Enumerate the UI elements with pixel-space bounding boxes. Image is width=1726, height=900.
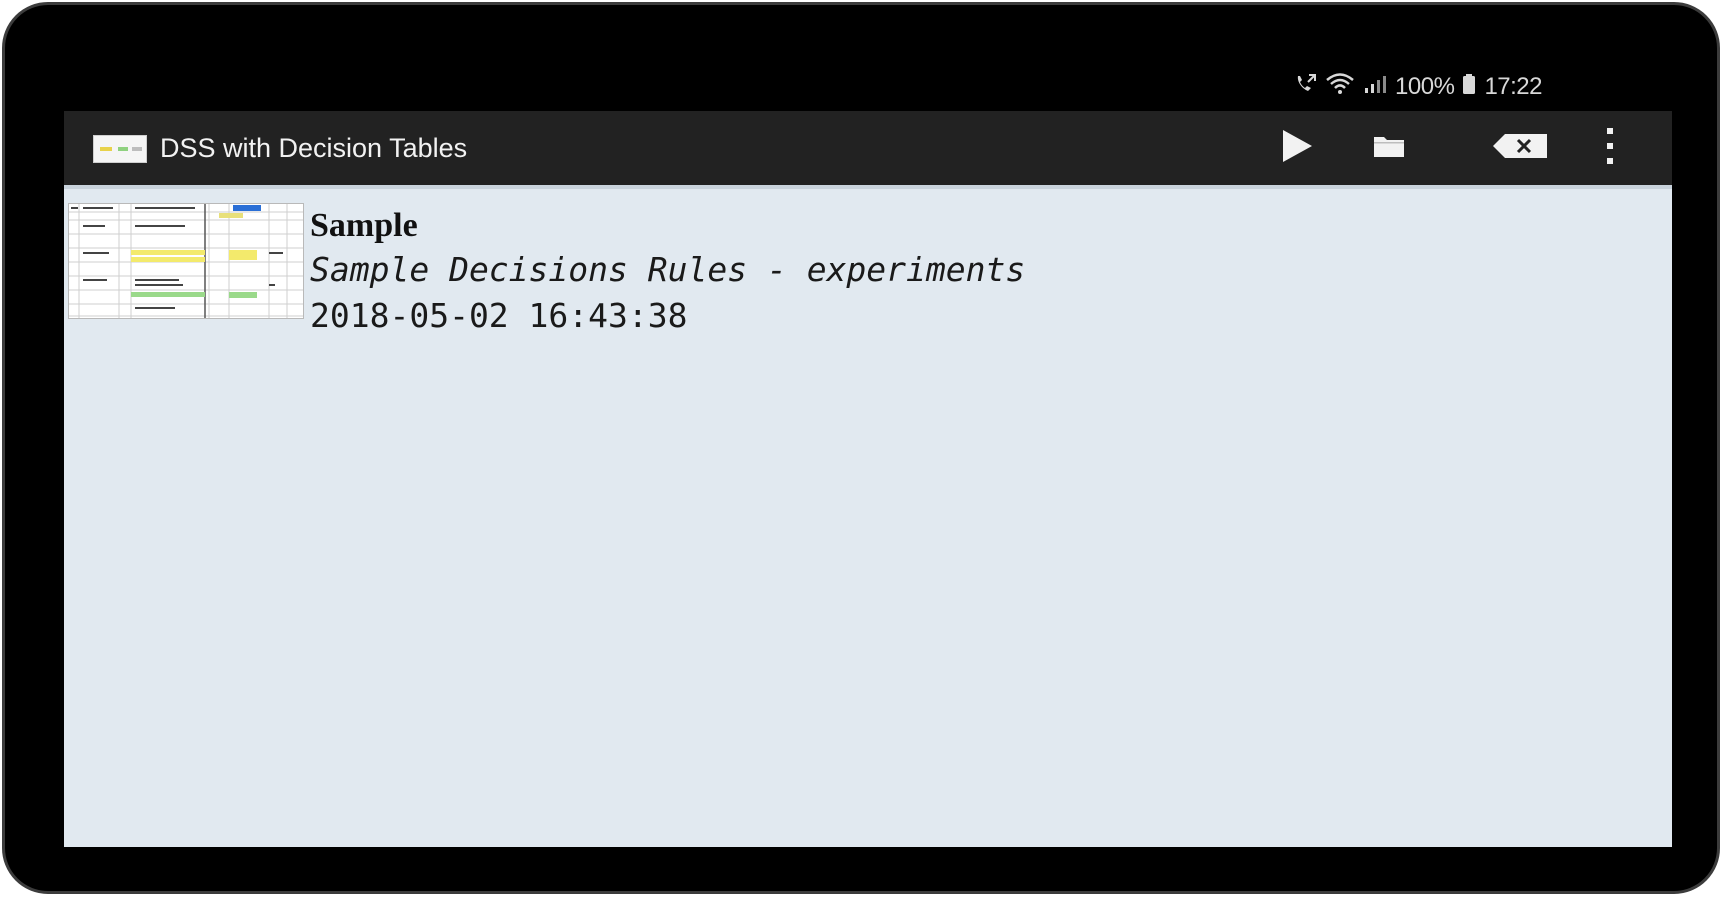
screen: 100% 17:22 DSS with Decision Tables Samp… — [64, 61, 1672, 847]
backspace-clear-icon — [1491, 132, 1549, 165]
call-forwarding-icon — [1293, 73, 1317, 102]
status-bar: 100% 17:22 — [64, 61, 1672, 111]
app-title: DSS with Decision Tables — [160, 133, 468, 163]
overflow-menu-button[interactable] — [1592, 125, 1628, 171]
battery-percent: 100% — [1395, 73, 1455, 100]
app-logo-icon — [93, 135, 147, 163]
more-vert-icon — [1605, 126, 1615, 171]
clear-button[interactable] — [1484, 125, 1556, 171]
item-timestamp: 2018-05-02 16:43:38 — [310, 296, 688, 335]
folder-icon — [1373, 134, 1405, 163]
signal-icon — [1363, 73, 1387, 102]
wifi-icon — [1325, 72, 1355, 102]
open-folder-button[interactable] — [1364, 125, 1414, 171]
play-icon — [1280, 128, 1314, 169]
status-indicators: 100% 17:22 — [1293, 72, 1542, 102]
list-item[interactable]: Sample Sample Decisions Rules - experime… — [68, 203, 1068, 335]
run-button[interactable] — [1272, 125, 1322, 171]
decision-table-thumbnail — [68, 203, 304, 319]
item-description: Sample Decisions Rules - experiments — [310, 250, 1026, 289]
content-area: Sample Sample Decisions Rules - experime… — [64, 185, 1672, 847]
battery-icon — [1462, 73, 1476, 102]
clock: 17:22 — [1484, 73, 1542, 100]
app-bar: DSS with Decision Tables — [64, 111, 1672, 185]
item-title: Sample — [310, 207, 418, 244]
device-frame: 100% 17:22 DSS with Decision Tables Samp… — [2, 2, 1720, 894]
